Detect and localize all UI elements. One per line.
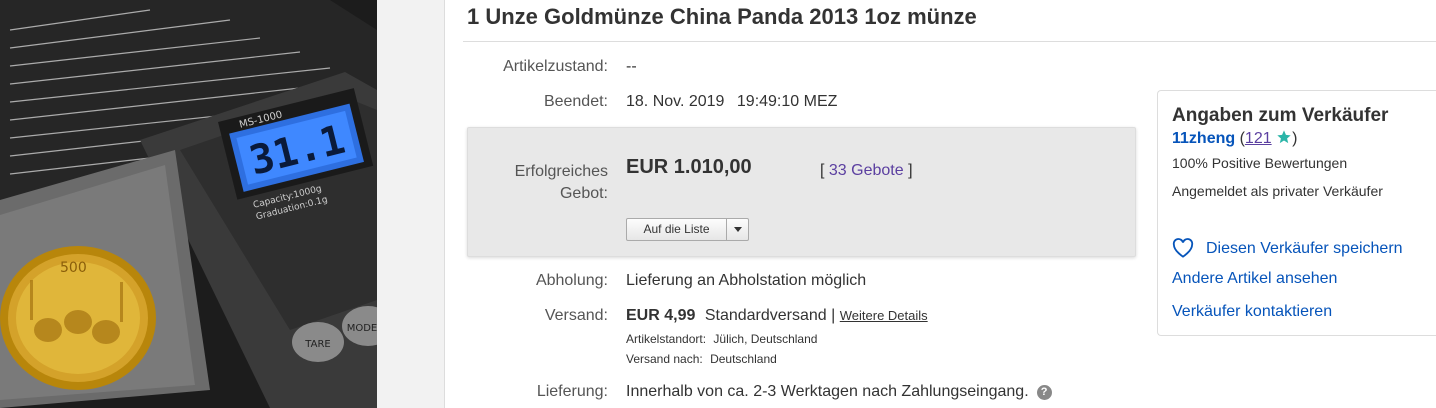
coin-value-text: 500: [60, 260, 87, 276]
shipping-value: EUR 4,99 Standardversand | Weitere Detai…: [626, 307, 928, 325]
add-to-watchlist-button[interactable]: Auf die Liste: [626, 218, 749, 241]
winning-bid-price: EUR 1.010,00: [626, 156, 752, 178]
pickup-value: Lieferung an Abholstation möglich: [626, 272, 867, 289]
positive-feedback: 100% Positive Bewertungen: [1172, 155, 1348, 171]
delivery-value: Innerhalb von ca. 2-3 Werktagen nach Zah…: [626, 383, 1052, 401]
shipping-label: Versand:: [544, 307, 608, 324]
condition-value: --: [626, 58, 637, 75]
pickup-label: Abholung:: [535, 272, 608, 289]
item-location-value: Jülich, Deutschland: [713, 332, 818, 346]
watchlist-label[interactable]: Auf die Liste: [627, 219, 727, 240]
photo-panel: 31.1 MS-1000 Capacity:1000g Graduation:0…: [0, 0, 445, 408]
bracket-close: ]: [908, 162, 913, 179]
seller-type: Angemeldet als privater Verkäufer: [1172, 183, 1383, 199]
winning-bid-label: Erfolgreiches Gebot:: [498, 161, 608, 205]
watchlist-dropdown-icon[interactable]: [727, 219, 748, 240]
winning-bid-label-line1: Erfolgreiches: [514, 163, 608, 180]
ended-date: 18. Nov. 2019: [626, 93, 725, 110]
title-divider: [463, 41, 1436, 42]
seller-name-line: 11zheng (121 ): [1172, 129, 1297, 150]
ended-time: 19:49:10 MEZ: [736, 93, 838, 110]
bracket-open: [: [820, 162, 825, 179]
shipping-cost: EUR 4,99: [626, 307, 696, 324]
delivery-label: Lieferung:: [536, 383, 608, 400]
shipping-method: Standardversand: [704, 307, 827, 324]
item-location-label: Artikelstandort:: [626, 332, 707, 346]
winning-bid-label-line2: Gebot:: [559, 185, 608, 202]
help-icon[interactable]: ?: [1036, 385, 1052, 400]
other-items-link[interactable]: Andere Artikel ansehen: [1172, 270, 1337, 288]
tare-button-text: TARE: [304, 339, 330, 350]
bid-count: [ 33 Gebote ]: [820, 162, 913, 180]
ended-label: Beendet:: [543, 93, 608, 110]
seller-name-link[interactable]: 11zheng: [1172, 130, 1235, 147]
listing-title: 1 Unze Goldmünze China Panda 2013 1oz mü…: [467, 4, 977, 29]
contact-seller-link[interactable]: Verkäufer kontaktieren: [1172, 303, 1332, 321]
condition-label: Artikelzustand:: [503, 58, 608, 75]
ships-to-value: Deutschland: [710, 352, 777, 366]
bid-box: Erfolgreiches Gebot: EUR 1.010,00 [ 33 G…: [467, 127, 1136, 257]
save-seller-link[interactable]: Diesen Verkäufer speichern: [1206, 240, 1403, 258]
seller-heading: Angaben zum Verkäufer: [1172, 105, 1389, 126]
ships-to-label: Versand nach:: [626, 352, 703, 366]
seller-info-box: Angaben zum Verkäufer 11zheng (121 ) 100…: [1157, 90, 1436, 336]
shipping-separator: |: [831, 307, 836, 324]
shipping-details-link[interactable]: Weitere Details: [840, 308, 928, 323]
heart-icon[interactable]: [1172, 238, 1194, 263]
paren-close: ): [1292, 130, 1298, 147]
ships-to: Versand nach: Deutschland: [626, 352, 777, 366]
item-photo[interactable]: 31.1 MS-1000 Capacity:1000g Graduation:0…: [0, 0, 377, 408]
delivery-text: Innerhalb von ca. 2-3 Werktagen nach Zah…: [626, 383, 1029, 400]
item-location: Artikelstandort: Jülich, Deutschland: [626, 332, 817, 346]
bids-link[interactable]: 33 Gebote: [829, 162, 904, 179]
mode-button-text: MODE: [347, 323, 377, 334]
feedback-score-link[interactable]: 121: [1245, 130, 1272, 147]
star-icon: [1276, 129, 1292, 150]
ended-value: 18. Nov. 2019 19:49:10 MEZ: [626, 93, 837, 111]
